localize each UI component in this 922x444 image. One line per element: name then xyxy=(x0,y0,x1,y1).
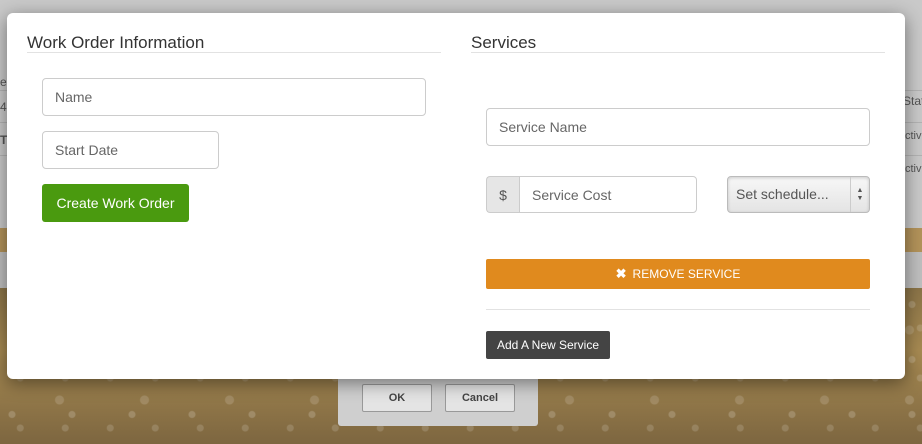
schedule-select-value: Set schedule... xyxy=(736,186,829,202)
services-footer-divider xyxy=(486,309,870,310)
background-left-fragment: 4 xyxy=(0,100,7,114)
schedule-select[interactable]: Set schedule... ▲ ▼ xyxy=(727,176,870,213)
services-section-title: Services xyxy=(471,33,537,52)
start-date-input[interactable] xyxy=(42,131,219,169)
background-ok-button: OK xyxy=(362,384,432,412)
select-arrows-icon: ▲ ▼ xyxy=(850,177,869,212)
work-order-modal: Work Order Information Create Work Order… xyxy=(7,13,905,379)
remove-service-button[interactable]: ✖ REMOVE SERVICE xyxy=(486,259,870,289)
background-status-cell: ctiv xyxy=(905,163,922,175)
work-order-section-title: Work Order Information xyxy=(27,33,205,52)
background-dialog: OK Cancel xyxy=(338,372,538,426)
add-new-service-button[interactable]: Add A New Service xyxy=(486,331,610,359)
service-cost-input[interactable] xyxy=(519,176,697,213)
background-column-header: Stat xyxy=(903,94,922,108)
background-cancel-button: Cancel xyxy=(445,384,515,412)
create-work-order-button[interactable]: Create Work Order xyxy=(42,184,189,222)
services-divider xyxy=(471,52,885,53)
work-order-divider xyxy=(27,52,441,53)
background-status-cell: ctiv xyxy=(905,130,922,142)
remove-service-label: REMOVE SERVICE xyxy=(632,267,741,281)
name-input[interactable] xyxy=(42,78,426,116)
service-name-input[interactable] xyxy=(486,108,870,146)
close-icon: ✖ xyxy=(615,266,627,281)
currency-addon: $ xyxy=(486,176,519,213)
background-left-fragment: e xyxy=(0,75,7,89)
